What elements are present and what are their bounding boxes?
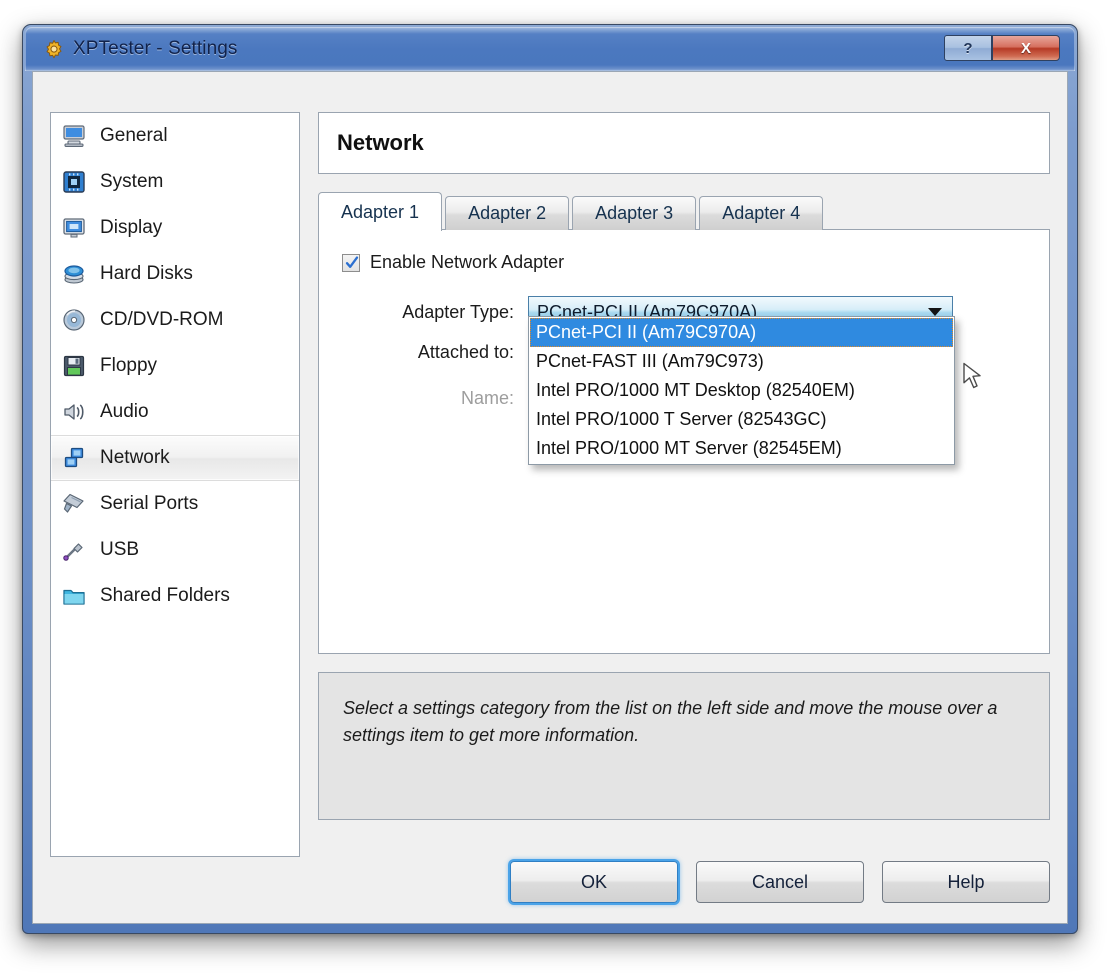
adapter-tabs-container: Adapter 1 Adapter 2 Adapter 3 Adapter 4: [318, 192, 1050, 654]
info-panel: Select a settings category from the list…: [318, 672, 1050, 820]
checkmark-icon: [345, 255, 359, 268]
ok-button[interactable]: OK: [510, 861, 678, 903]
name-label: Name:: [460, 388, 514, 408]
sidebar-item-label: Hard Disks: [100, 263, 193, 284]
monitor-icon: [63, 125, 85, 147]
chevron-down-icon[interactable]: [928, 308, 942, 316]
sidebar-item-hard-disks[interactable]: Hard Disks: [51, 251, 299, 297]
serialport-icon: [63, 493, 84, 513]
cd-icon: [63, 309, 85, 331]
folder-icon: [63, 589, 85, 605]
sidebar-item-label: CD/DVD-ROM: [100, 309, 224, 330]
sidebar-item-label: Shared Folders: [100, 585, 230, 606]
sidebar-item-system[interactable]: System: [51, 159, 299, 205]
attached-to-row: Attached to:: [342, 342, 528, 363]
display-icon: [63, 218, 85, 238]
sidebar-item-audio[interactable]: Audio: [51, 389, 299, 435]
tab-adapter-3[interactable]: Adapter 3: [572, 196, 697, 230]
sidebar-item-label: Floppy: [100, 355, 158, 376]
page-title: Network: [337, 130, 424, 155]
sidebar-item-shared-folders[interactable]: Shared Folders: [51, 573, 299, 619]
help-button[interactable]: ?: [944, 35, 992, 61]
sidebar-item-general[interactable]: General: [51, 113, 299, 159]
settings-window: XPTester - Settings ? X General System D…: [22, 24, 1078, 934]
dropdown-option[interactable]: Intel PRO/1000 T Server (82543GC): [530, 405, 953, 434]
attached-to-label: Attached to:: [417, 342, 514, 362]
dialog-button-bar: OK Cancel Help: [510, 861, 1050, 903]
sidebar-item-label: Network: [100, 447, 170, 468]
tab-adapter-1[interactable]: Adapter 1: [318, 192, 443, 231]
dropdown-option[interactable]: PCnet-FAST III (Am79C973): [530, 347, 953, 376]
sidebar-item-cd-dvd-rom[interactable]: CD/DVD-ROM: [51, 297, 299, 343]
speaker-icon: [64, 404, 84, 420]
sidebar-item-label: USB: [100, 539, 140, 560]
desktop-background: XPTester - Settings ? X General System D…: [0, 0, 1119, 977]
chip-icon: [63, 171, 85, 193]
sidebar-item-label: System: [100, 171, 164, 192]
sidebar-item-display[interactable]: Display: [51, 205, 299, 251]
dialog-client-area: General System Display Hard Disks CD/DVD…: [32, 71, 1068, 924]
settings-category-list[interactable]: General System Display Hard Disks CD/DVD…: [50, 112, 300, 857]
sidebar-item-network[interactable]: Network: [51, 435, 299, 481]
sidebar-item-label: Display: [100, 217, 163, 238]
sidebar-item-label: Audio: [100, 401, 149, 422]
page-header: Network: [318, 112, 1050, 174]
close-button[interactable]: X: [992, 35, 1060, 61]
enable-network-adapter-checkbox[interactable]: [342, 253, 360, 272]
tab-strip: Adapter 1 Adapter 2 Adapter 3 Adapter 4: [318, 192, 1050, 231]
window-title-bar: XPTester - Settings ? X: [25, 27, 1075, 71]
sidebar-item-floppy[interactable]: Floppy: [51, 343, 299, 389]
sidebar-item-serial-ports[interactable]: Serial Ports: [51, 481, 299, 527]
usb-icon: [63, 543, 83, 561]
gear-icon: [46, 39, 62, 59]
network-icon: [64, 447, 84, 468]
harddisk-icon: [64, 265, 84, 284]
name-row: Name:: [342, 388, 528, 409]
tab-adapter-2[interactable]: Adapter 2: [445, 196, 570, 230]
floppy-icon: [63, 355, 85, 377]
adapter-type-dropdown-list[interactable]: PCnet-PCI II (Am79C970A) PCnet-FAST III …: [528, 316, 955, 465]
sidebar-item-label: Serial Ports: [100, 493, 199, 514]
settings-detail-pane: Network Adapter 1 Adapter 2 Adapter 3 Ad…: [318, 112, 1050, 820]
sidebar-item-label: General: [100, 125, 168, 146]
tab-adapter-4[interactable]: Adapter 4: [699, 196, 824, 230]
dropdown-option[interactable]: Intel PRO/1000 MT Server (82545EM): [530, 434, 953, 463]
adapter-type-label: Adapter Type:: [402, 301, 514, 322]
window-title: XPTester - Settings: [73, 38, 238, 59]
help-button-footer[interactable]: Help: [882, 861, 1050, 903]
dropdown-option[interactable]: Intel PRO/1000 MT Desktop (82540EM): [530, 376, 953, 405]
adapter-1-panel: Enable Network Adapter Adapter Type: PCn…: [318, 229, 1050, 654]
enable-network-adapter-label: Enable Network Adapter: [370, 252, 565, 272]
cancel-button[interactable]: Cancel: [696, 861, 864, 903]
info-text: Select a settings category from the list…: [343, 698, 998, 745]
sidebar-item-usb[interactable]: USB: [51, 527, 299, 573]
dropdown-option[interactable]: PCnet-PCI II (Am79C970A): [530, 318, 953, 347]
enable-network-adapter-row[interactable]: Enable Network Adapter: [342, 252, 564, 273]
